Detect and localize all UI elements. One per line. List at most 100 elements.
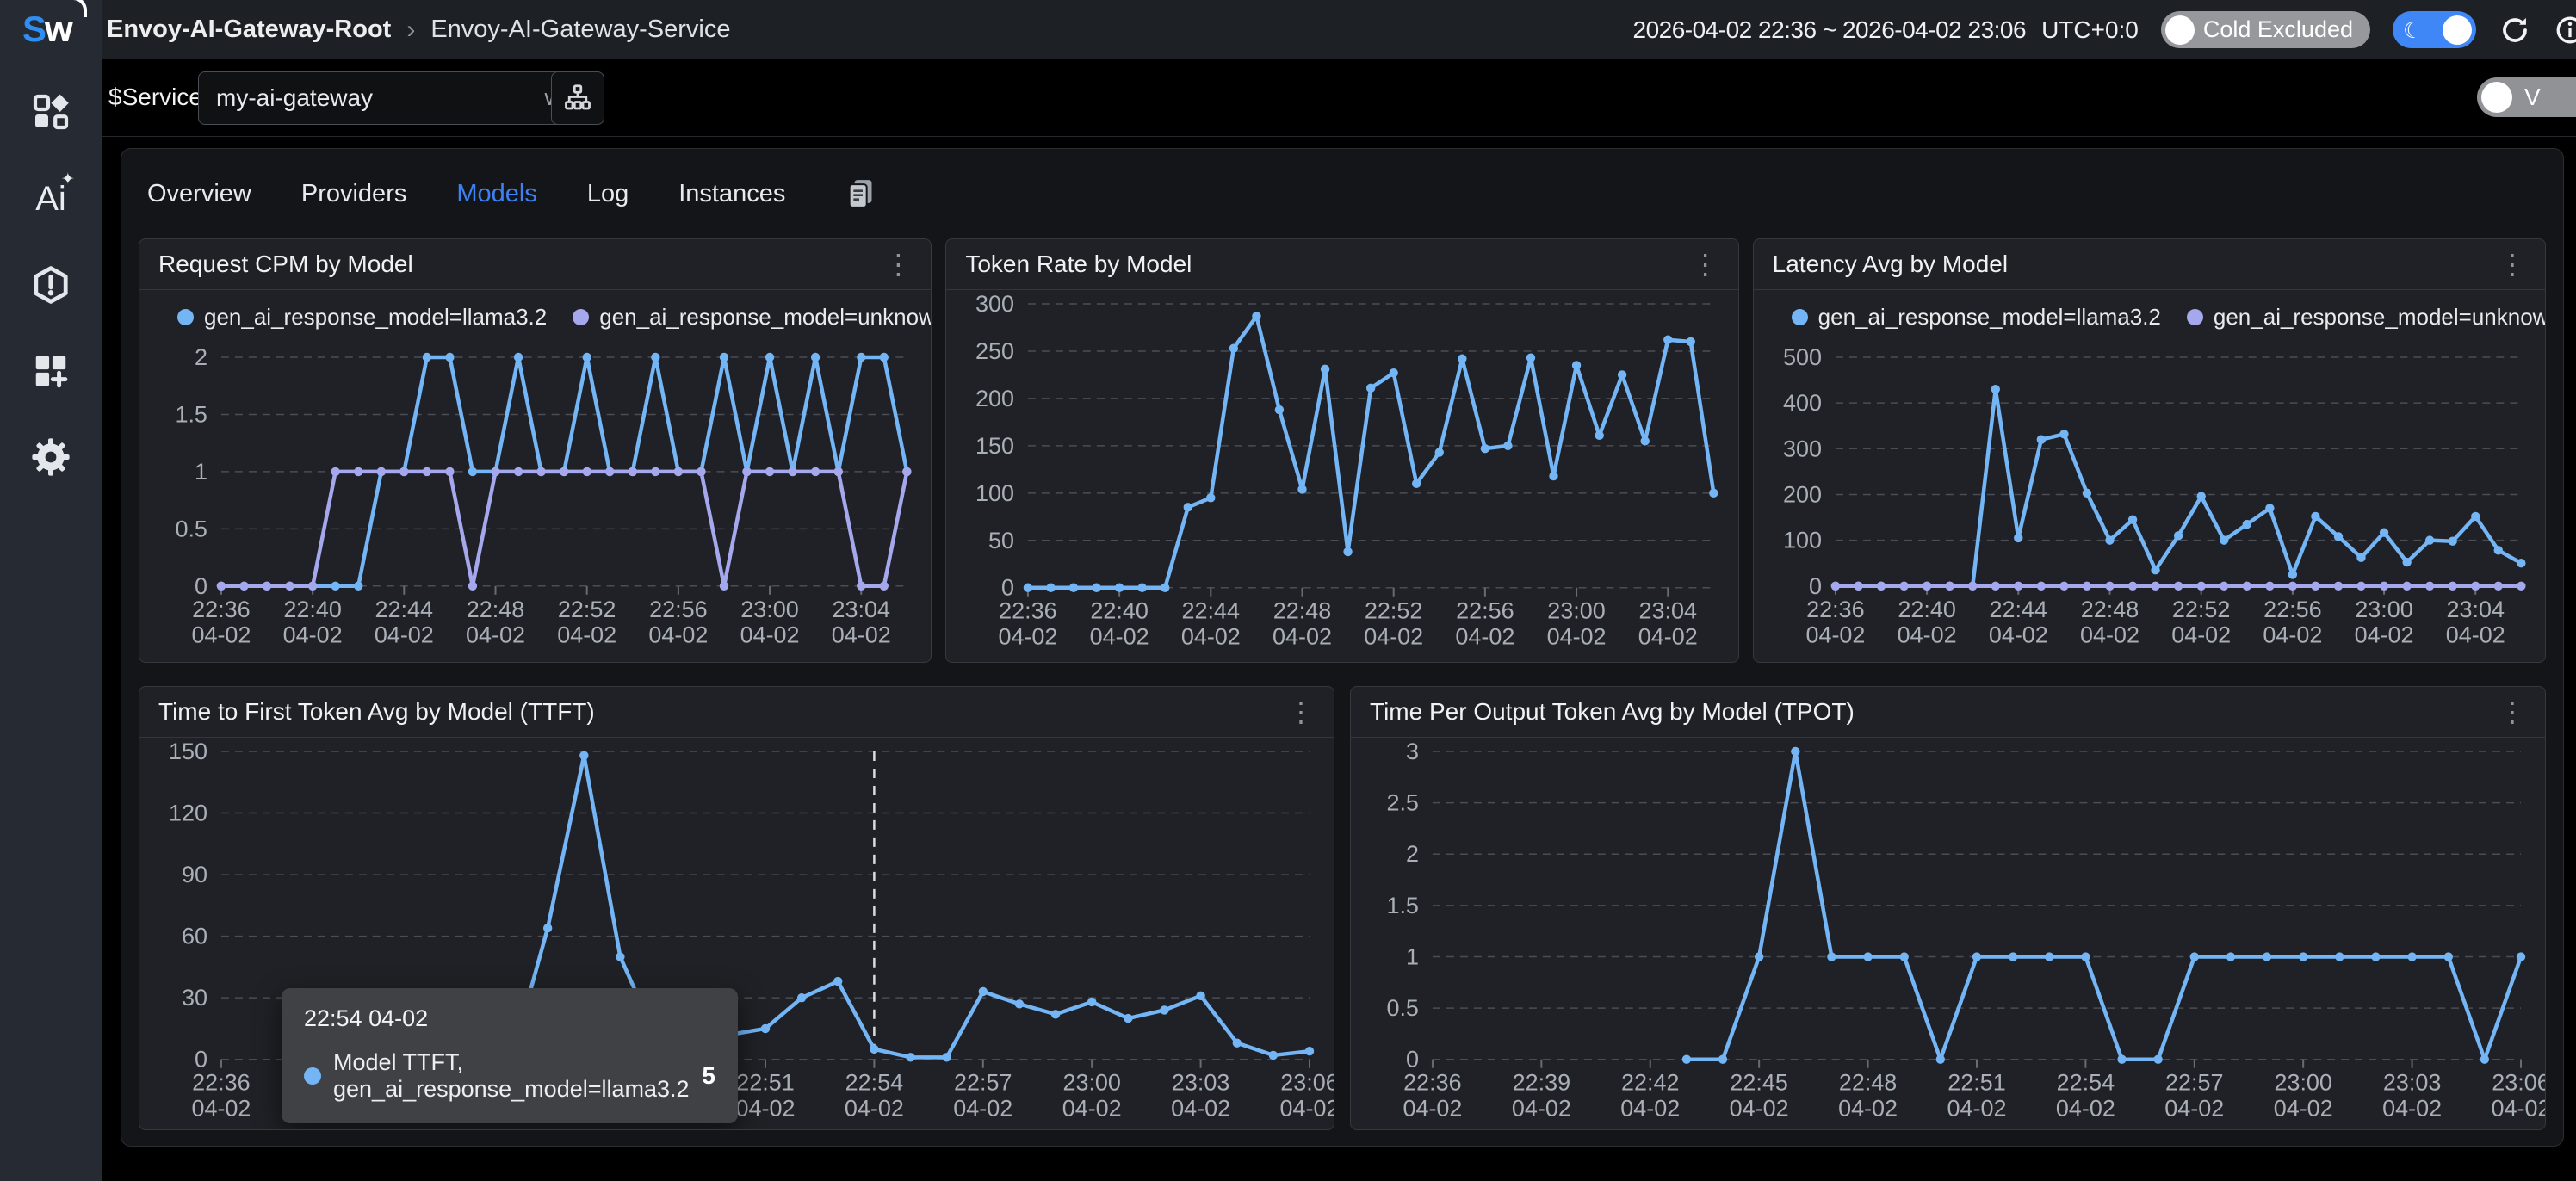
tab-providers[interactable]: Providers: [301, 180, 407, 208]
svg-text:04-02: 04-02: [283, 622, 343, 648]
charts-row-2: Time to First Token Avg by Model (TTFT) …: [139, 686, 2546, 1130]
tab-log[interactable]: Log: [587, 180, 629, 208]
tab-instances[interactable]: Instances: [678, 180, 785, 208]
legend-item[interactable]: gen_ai_response_model=unknown: [573, 304, 932, 331]
svg-text:04-02: 04-02: [191, 622, 251, 648]
svg-text:22:36: 22:36: [192, 597, 251, 622]
svg-text:22:48: 22:48: [1839, 1070, 1898, 1096]
svg-text:30: 30: [182, 985, 207, 1011]
svg-text:0: 0: [1406, 1047, 1419, 1073]
svg-text:04-02: 04-02: [2354, 622, 2413, 648]
kebab-menu-icon[interactable]: ⋮: [2499, 698, 2526, 726]
kebab-menu-icon[interactable]: ⋮: [2499, 250, 2526, 278]
view-toggle[interactable]: V: [2477, 77, 2576, 117]
svg-text:04-02: 04-02: [832, 622, 891, 648]
svg-text:22:48: 22:48: [2080, 597, 2139, 622]
legend-item[interactable]: gen_ai_response_model=llama3.2: [177, 304, 547, 331]
svg-text:22:36: 22:36: [1403, 1070, 1462, 1096]
svg-text:04-02: 04-02: [1280, 1096, 1334, 1122]
breadcrumb-root[interactable]: Envoy-AI-Gateway-Root: [107, 15, 391, 44]
svg-text:04-02: 04-02: [2164, 1096, 2224, 1122]
svg-text:22:44: 22:44: [375, 597, 434, 622]
card-header: Time Per Output Token Avg by Model (TPOT…: [1351, 687, 2545, 738]
legend-item[interactable]: gen_ai_response_model=unknown: [2187, 304, 2546, 331]
breadcrumb-service[interactable]: Envoy-AI-Gateway-Service: [430, 15, 730, 44]
dark-mode-toggle[interactable]: ☾: [2393, 11, 2476, 48]
tab-overview[interactable]: Overview: [147, 180, 251, 208]
chart-legend: gen_ai_response_model=llama3.2 gen_ai_res…: [1754, 290, 2545, 343]
chart-title: Latency Avg by Model: [1773, 250, 2008, 278]
service-select[interactable]: my-ai-gateway ∨: [198, 71, 573, 125]
sidebar-item-ai-assistant[interactable]: Ai✦: [0, 169, 102, 229]
svg-text:120: 120: [169, 801, 207, 826]
svg-text:0: 0: [1001, 575, 1014, 601]
request-cpm-chart[interactable]: 00.511.5222:3604-0222:4004-0222:4404-022…: [139, 343, 931, 653]
sidebar-item-marketplace[interactable]: [0, 341, 102, 401]
svg-text:04-02: 04-02: [2492, 1096, 2545, 1122]
svg-text:23:00: 23:00: [2355, 597, 2413, 622]
toggle-knob: [2443, 15, 2472, 45]
marketplace-icon: [31, 351, 71, 391]
sidebar-item-dashboards[interactable]: [0, 82, 102, 142]
chart-title: Request CPM by Model: [158, 250, 413, 278]
svg-text:04-02: 04-02: [845, 1096, 904, 1122]
svg-text:22:54: 22:54: [2057, 1070, 2115, 1096]
sidebar-item-settings[interactable]: [0, 427, 102, 487]
info-button[interactable]: [2554, 14, 2576, 46]
svg-text:22:56: 22:56: [2263, 597, 2322, 622]
svg-text:90: 90: [182, 862, 207, 887]
legend-label: gen_ai_response_model=llama3.2: [1818, 304, 2161, 331]
card-header: Token Rate by Model ⋮: [946, 239, 1737, 290]
svg-text:04-02: 04-02: [1805, 622, 1865, 648]
tab-models[interactable]: Models: [456, 180, 537, 208]
svg-text:1: 1: [1406, 943, 1419, 969]
svg-text:23:04: 23:04: [2446, 597, 2505, 622]
svg-text:04-02: 04-02: [2382, 1096, 2442, 1122]
topology-icon: [562, 83, 593, 114]
svg-text:22:57: 22:57: [2165, 1070, 2224, 1096]
legend-dot-icon: [573, 309, 589, 325]
chart-title: Time to First Token Avg by Model (TTFT): [158, 698, 595, 726]
refresh-button[interactable]: [2499, 14, 2531, 46]
kebab-menu-icon[interactable]: ⋮: [1287, 698, 1315, 726]
svg-text:22:36: 22:36: [1806, 597, 1865, 622]
skywalking-logo[interactable]: Sw: [22, 9, 87, 50]
chevron-right-icon: ›: [406, 15, 415, 45]
legend-item[interactable]: gen_ai_response_model=llama3.2: [1792, 304, 2161, 331]
kebab-menu-icon[interactable]: ⋮: [1692, 250, 1719, 278]
svg-text:22:39: 22:39: [1513, 1070, 1571, 1096]
tpot-chart[interactable]: 00.511.522.5322:3604-0222:3904-0222:4204…: [1351, 738, 2545, 1127]
svg-text:200: 200: [975, 386, 1014, 411]
timezone-label[interactable]: UTC+0:0: [2041, 16, 2139, 44]
svg-text:400: 400: [1783, 390, 1822, 416]
view-toggle-label: V: [2524, 83, 2541, 111]
time-range[interactable]: 2026-04-02 22:36 ~ 2026-04-02 23:06: [1633, 16, 2027, 44]
svg-text:22:51: 22:51: [1947, 1070, 2006, 1096]
svg-text:04-02: 04-02: [953, 1096, 1012, 1122]
svg-text:2: 2: [1406, 841, 1419, 867]
logo-s: S: [22, 9, 45, 49]
card-header: Latency Avg by Model ⋮: [1754, 239, 2545, 290]
latency-avg-chart[interactable]: 010020030040050022:3604-0222:4004-0222:4…: [1754, 343, 2545, 653]
service-label: $Service: [108, 59, 202, 135]
svg-text:04-02: 04-02: [191, 1096, 251, 1122]
svg-text:04-02: 04-02: [2171, 622, 2231, 648]
dashboard-icon: [30, 91, 71, 133]
svg-text:0: 0: [195, 573, 207, 599]
gear-icon: [30, 436, 71, 478]
topology-button[interactable]: [551, 71, 604, 125]
svg-text:1.5: 1.5: [1386, 893, 1419, 918]
svg-text:23:03: 23:03: [1172, 1070, 1230, 1096]
svg-text:04-02: 04-02: [1638, 624, 1698, 650]
copy-dashboard-button[interactable]: [844, 176, 878, 211]
svg-text:23:00: 23:00: [2274, 1070, 2332, 1096]
kebab-menu-icon[interactable]: ⋮: [884, 250, 912, 278]
svg-text:04-02: 04-02: [2263, 622, 2322, 648]
sidebar-item-alerts[interactable]: [0, 255, 102, 315]
token-rate-chart[interactable]: 05010015020025030022:3604-0222:4004-0222…: [946, 290, 1737, 655]
svg-text:04-02: 04-02: [735, 1096, 795, 1122]
svg-text:300: 300: [975, 291, 1014, 317]
toggle-knob: [2165, 15, 2195, 45]
svg-text:22:56: 22:56: [649, 597, 708, 622]
cold-excluded-toggle[interactable]: Cold Excluded: [2161, 11, 2370, 48]
